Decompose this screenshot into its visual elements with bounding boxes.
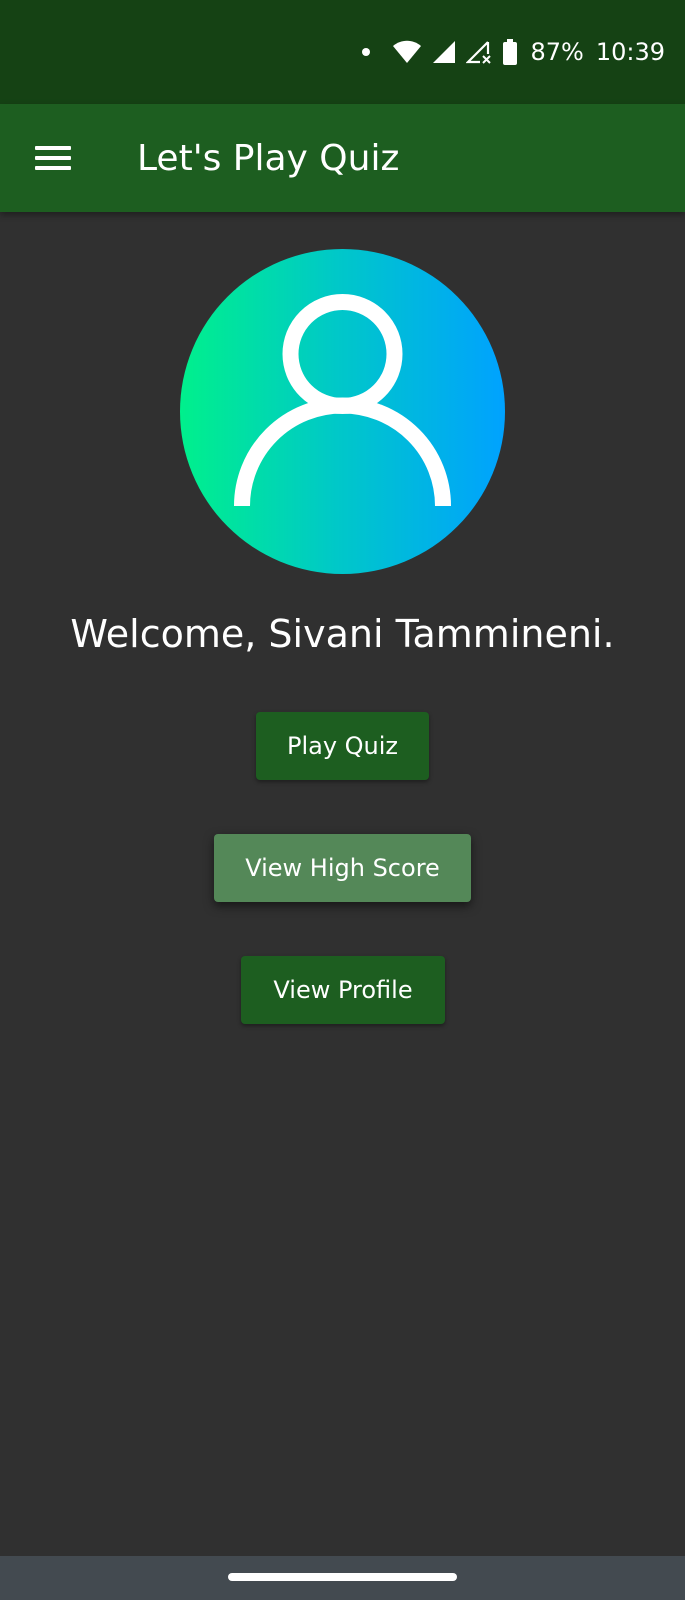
battery-icon	[502, 39, 518, 65]
app-title: Let's Play Quiz	[137, 137, 400, 179]
status-bar: 87% 10:39	[0, 0, 685, 104]
app-bar: Let's Play Quiz	[0, 104, 685, 212]
battery-percent: 87%	[530, 38, 584, 66]
avatar	[180, 249, 505, 574]
clock-time: 10:39	[595, 38, 665, 66]
notification-dot-icon	[362, 48, 371, 56]
play-quiz-button[interactable]: Play Quiz	[256, 712, 429, 780]
welcome-message: Welcome, Sivani Tammineni.	[70, 612, 615, 656]
view-profile-button[interactable]: View Profile	[241, 956, 445, 1024]
view-high-score-button[interactable]: View High Score	[214, 834, 471, 902]
wifi-icon	[392, 40, 422, 64]
hamburger-menu-icon[interactable]	[35, 146, 71, 170]
user-icon	[234, 294, 451, 507]
cell-signal-icon	[432, 40, 456, 64]
cell-signal-no-data-icon	[466, 40, 492, 64]
home-gesture-handle[interactable]	[228, 1573, 457, 1581]
